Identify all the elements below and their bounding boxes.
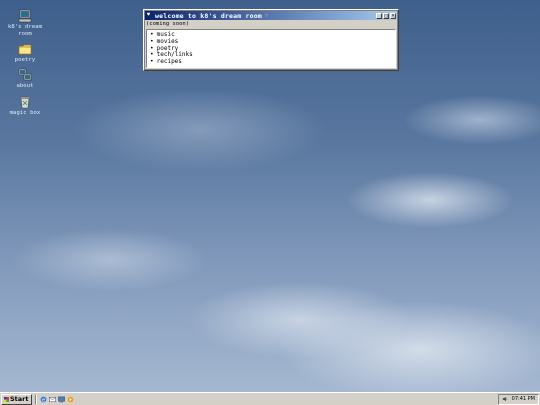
desktop-icon-poetry[interactable]: poetry xyxy=(0,41,50,64)
list-item-movies[interactable]: • movies xyxy=(150,38,395,46)
welcome-window[interactable]: ♥ welcome to k8's dream room ♡ _ □ × (co… xyxy=(143,9,399,71)
svg-text:e: e xyxy=(41,397,44,403)
windows-logo-icon xyxy=(4,396,9,402)
list-item-music[interactable]: • music xyxy=(150,31,395,39)
taskbar-divider xyxy=(34,394,37,404)
start-button[interactable]: Start xyxy=(1,393,32,405)
folder-icon xyxy=(18,41,32,55)
desktop-icon-label: magic box xyxy=(9,110,41,116)
network-icon xyxy=(18,67,32,81)
volume-icon[interactable] xyxy=(502,396,508,402)
minimize-button[interactable]: _ xyxy=(376,12,382,19)
desktop-icon-about[interactable]: about xyxy=(0,67,50,90)
desktop-icon-label: poetry xyxy=(14,57,36,63)
start-label: Start xyxy=(10,395,29,403)
heart-icon: ♥ xyxy=(147,12,151,18)
show-desktop-icon[interactable] xyxy=(57,396,65,403)
ie-icon[interactable]: e xyxy=(40,396,47,403)
computer-icon xyxy=(18,8,32,23)
menu-list: • music • movies • poetry • tech/links • reci… xyxy=(147,30,395,66)
desktop-icon-label: k8's dream room xyxy=(7,24,43,37)
close-button[interactable]: × xyxy=(390,12,396,19)
desktop-icon-magic-box[interactable]: magic box xyxy=(0,94,50,117)
list-item-recipes[interactable]: • recipes xyxy=(150,58,395,66)
window-status-text: (coming soon) xyxy=(146,21,190,27)
clock[interactable]: 07:41 PM xyxy=(512,396,535,402)
window-titlebar[interactable]: ♥ welcome to k8's dream room ♡ _ □ × xyxy=(145,11,397,20)
window-title: welcome to k8's dream room xyxy=(155,11,262,20)
maximize-button[interactable]: □ xyxy=(383,12,389,19)
system-tray: 07:41 PM xyxy=(497,393,539,405)
window-content: • music • movies • poetry • tech/links • reci… xyxy=(146,29,396,68)
recycle-bin-icon xyxy=(18,94,32,109)
media-player-icon[interactable] xyxy=(67,396,74,403)
list-item-tech-links[interactable]: • tech/links xyxy=(150,51,395,59)
desktop-icon-dream-room[interactable]: k8's dream room xyxy=(0,8,50,37)
taskbar: Start e 07:41 PM xyxy=(0,392,540,405)
outlook-icon[interactable] xyxy=(48,396,56,403)
heart-outline-icon: ♡ xyxy=(264,12,268,19)
desktop-icon-label: about xyxy=(16,83,34,89)
